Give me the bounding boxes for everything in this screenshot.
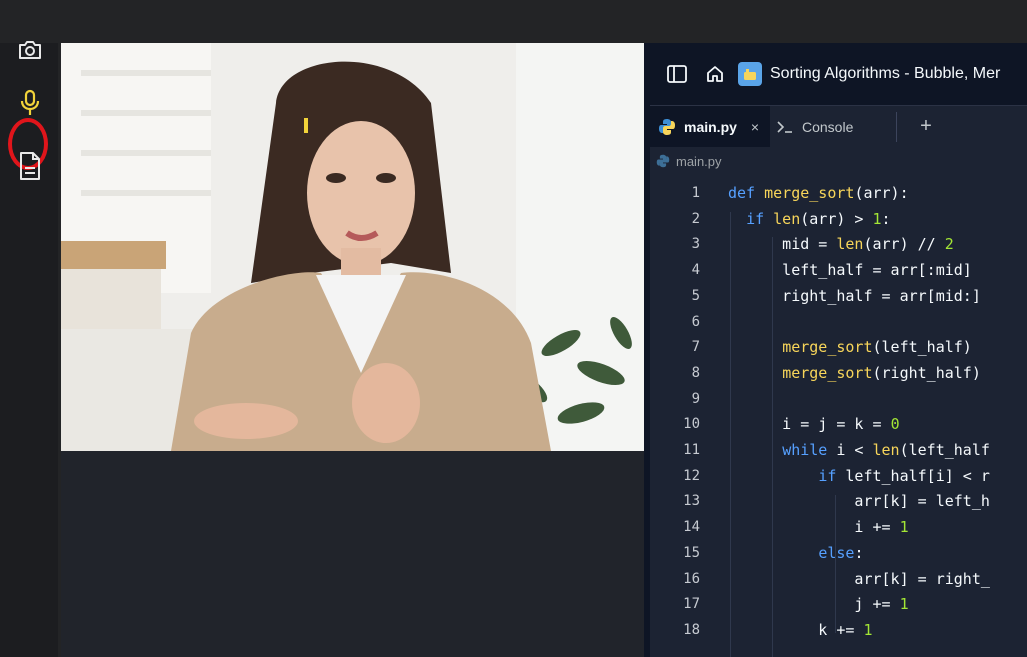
code-text: if left_half[i] < r [818,466,990,485]
console-icon [776,118,794,136]
code-text: if len(arr) > 1: [746,209,891,228]
code-line[interactable]: 14 i += 1 [650,515,1027,540]
code-editor[interactable]: 1 def merge_sort(arr): 2 if len(arr) > 1: 3… [650,175,1027,657]
code-text: arr[k] = left_h [728,492,990,511]
code-text: j += 1 [728,595,909,614]
line-number: 14 [683,519,700,536]
sidebar [0,41,58,657]
code-line[interactable]: 13 arr[k] = left_h [650,489,1027,514]
code-line[interactable]: 17 j += 1 [650,592,1027,617]
line-number: 9 [691,390,700,407]
code-line[interactable]: 3 mid = len(arr) // 2 [650,232,1027,257]
code-line[interactable]: 7 merge_sort(left_half) [650,335,1027,360]
line-number: 8 [691,364,700,381]
code-text: arr[k] = right_ [728,569,990,588]
camera-icon[interactable] [15,35,45,65]
document-icon[interactable] [15,151,45,181]
line-number: 1 [691,185,700,201]
line-number: 3 [691,236,700,253]
code-text: merge_sort(left_half) [782,338,972,357]
tab-main-py-label: main.py [684,118,737,135]
code-line[interactable]: 9 [650,387,1027,412]
code-line[interactable]: 16 arr[k] = right_ [650,567,1027,592]
code-line[interactable]: 1 def merge_sort(arr): [650,181,1027,206]
line-number: 11 [683,442,700,458]
code-line[interactable]: 15 else: [650,541,1027,566]
line-number: 4 [691,262,700,279]
line-number: 6 [691,313,700,330]
add-tab-button[interactable]: + [906,106,946,147]
line-number: 5 [691,287,700,304]
code-text: mid = len(arr) // 2 [728,235,954,254]
code-text: k += 1 [728,620,873,639]
code-line[interactable]: 11 while i < len(left_half [650,438,1027,463]
code-line[interactable]: 6 [650,310,1027,335]
code-line[interactable]: 18 k += 1 [650,618,1027,643]
tab-main-py[interactable]: main.py × [650,106,770,147]
home-icon[interactable] [704,63,726,85]
python-icon [658,118,676,136]
code-text: i = j = k = 0 [728,415,900,434]
line-number: 18 [683,621,700,638]
line-number: 15 [683,544,700,561]
code-text: def merge_sort(arr): [728,184,909,202]
line-number: 16 [683,570,700,587]
top-bar [0,0,1027,43]
line-number: 17 [683,596,700,613]
code-line[interactable]: 5 right_half = arr[mid:] [650,284,1027,309]
line-number: 13 [683,493,700,510]
repl-title[interactable]: Sorting Algorithms - Bubble, Mer [770,65,1000,83]
code-line[interactable]: 8 merge_sort(right_half) [650,361,1027,386]
presenter-video [61,43,644,451]
microphone-icon[interactable] [15,88,45,118]
tab-divider [896,112,897,142]
breadcrumb: main.py [650,147,1027,175]
close-tab-icon[interactable]: × [751,119,759,135]
replit-window: Sorting Algorithms - Bubble, Mer main.py… [644,43,1027,657]
code-line[interactable]: 10 i = j = k = 0 [650,412,1027,437]
tab-console-label: Console [802,118,854,135]
sidebar-toggle-icon[interactable] [666,63,688,85]
code-line[interactable]: 2 if len(arr) > 1: [650,207,1027,232]
line-number: 10 [683,416,700,433]
code-line[interactable]: 4 left_half = arr[:mid] [650,258,1027,283]
code-text: left_half = arr[:mid] [728,261,972,280]
tab-console[interactable]: Console [776,106,896,147]
code-text: while i < len(left_half [782,441,990,459]
video-area [61,43,644,657]
code-text: right_half = arr[mid:] [728,286,981,305]
line-number: 2 [691,210,700,227]
line-number: 7 [691,339,700,356]
code-text: i += 1 [728,518,909,537]
editor-tabs: main.py × Console + [650,105,1027,147]
code-text: merge_sort(right_half) [782,363,981,382]
repl-avatar-icon[interactable] [738,62,762,86]
line-number: 12 [683,467,700,484]
breadcrumb-file[interactable]: main.py [676,154,722,169]
python-icon [656,154,670,168]
repl-header: Sorting Algorithms - Bubble, Mer [644,43,1027,105]
code-text: else: [818,543,864,562]
code-line[interactable]: 12 if left_half[i] < r [650,464,1027,489]
